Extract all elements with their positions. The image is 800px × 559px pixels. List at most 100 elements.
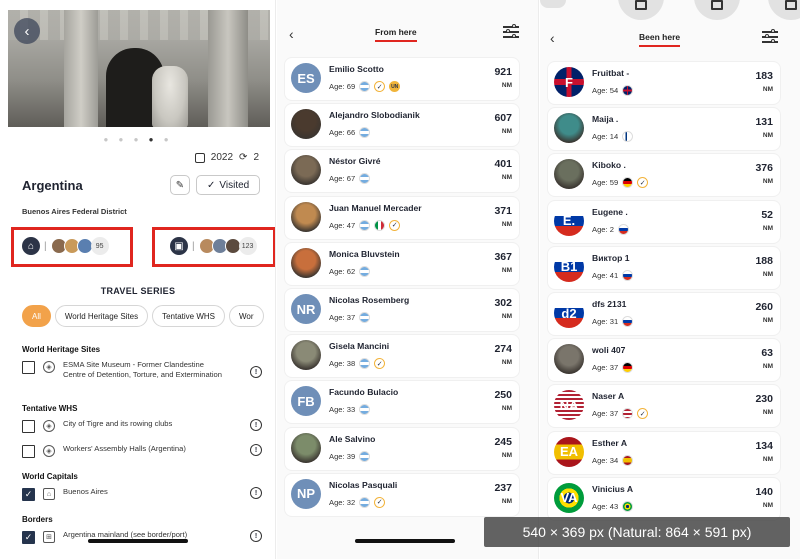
info-icon[interactable]: ! — [250, 419, 262, 431]
info-icon[interactable]: ! — [250, 444, 262, 456]
flag-icon — [359, 127, 371, 139]
checkbox[interactable] — [22, 445, 35, 458]
traveler-card[interactable]: woli 407 Age: 37 63 NM — [548, 339, 780, 382]
distance-value: 237 — [494, 481, 512, 494]
distance-value: 250 — [494, 389, 512, 402]
flag-icon — [359, 173, 371, 185]
info-icon[interactable]: ! — [250, 530, 262, 542]
traveler-age: Age: 62 — [329, 266, 356, 276]
traveler-age-row: Age: 47 ✓ — [329, 219, 401, 231]
distance-value: 134 — [755, 439, 773, 452]
tab-from-here[interactable]: From here — [375, 27, 417, 42]
traveler-age-row: Age: 59 ✓ — [592, 177, 649, 189]
distance-unit: NM — [501, 266, 512, 274]
traveler-card[interactable]: E. Eugene . Age: 2 52 NM — [548, 200, 780, 243]
traveler-age: Age: 32 — [329, 497, 356, 507]
flag-icon — [359, 219, 371, 231]
filter-sliders-icon[interactable] — [762, 29, 778, 43]
distance-value: 401 — [494, 158, 512, 171]
traveler-card[interactable]: NP Nicolas Pasquali Age: 32 ✓ 237 NM — [285, 473, 519, 516]
traveler-age-row: Age: 37 ✓ — [592, 408, 649, 420]
back-arrow-icon[interactable]: ‹ — [14, 18, 40, 44]
avatar — [291, 201, 321, 232]
floating-tool-button[interactable] — [618, 0, 664, 20]
traveler-card[interactable]: FB Facundo Bulacio Age: 33 250 NM — [285, 381, 519, 424]
traveler-card[interactable]: Kiboko . Age: 59 ✓ 376 NM — [548, 154, 780, 197]
flag-icon — [622, 269, 634, 281]
avatar — [554, 159, 584, 190]
section-heading: Borders — [22, 515, 53, 524]
traveler-age: Age: 43 — [592, 501, 619, 511]
calendar-icon — [194, 152, 205, 163]
tab-been-here[interactable]: Been here — [639, 32, 681, 47]
carousel-dots[interactable]: ● ● ● ● ● — [0, 135, 275, 144]
flag-icon — [622, 131, 634, 143]
visit-count: 2 — [253, 152, 259, 163]
checkbox[interactable] — [22, 361, 35, 374]
avatar — [291, 109, 321, 140]
distance-unit: NM — [762, 363, 773, 371]
traveler-name: Nicolas Pasquali — [329, 479, 398, 490]
traveler-card[interactable]: Ale Salvino Age: 39 245 NM — [285, 427, 519, 470]
check-icon: ✓ — [207, 179, 216, 191]
checkbox[interactable]: ✓ — [22, 488, 35, 501]
pill-world-heritage[interactable]: World Heritage Sites — [54, 305, 149, 327]
traveler-age-row: Age: 39 — [329, 450, 371, 462]
traveler-card[interactable]: Maija . Age: 14 131 NM — [548, 108, 780, 151]
checkbox[interactable] — [22, 420, 35, 433]
pill-all[interactable]: All — [22, 305, 51, 327]
distance-value: 188 — [755, 254, 773, 267]
traveler-card[interactable]: F Fruitbat - Age: 54 183 NM — [548, 62, 780, 104]
section-heading: World Capitals — [22, 472, 78, 481]
traveler-card[interactable]: NA Naser A Age: 37 ✓ 230 NM — [548, 385, 780, 428]
visited-button[interactable]: ✓ Visited — [196, 175, 261, 195]
un-badge-icon: UN — [389, 81, 401, 92]
checkbox[interactable]: ✓ — [22, 531, 35, 544]
traveler-card[interactable]: Gisela Mancini Age: 38 ✓ 274 NM — [285, 335, 519, 378]
flag-icon — [374, 219, 386, 231]
list-item[interactable]: ◈ Workers' Assembly Halls (Argentina) ! — [22, 444, 262, 458]
traveler-card[interactable]: NR Nicolas Rosemberg Age: 37 302 NM — [285, 289, 519, 331]
home-residents-chip[interactable]: ⌂ | 95 — [22, 237, 109, 255]
traveler-card[interactable]: Alejandro Slobodianik Age: 66 607 NM — [285, 104, 519, 147]
distance-value: 260 — [755, 301, 773, 313]
traveler-name: Виктор 1 — [592, 252, 630, 263]
briefcase-icon: ▣ — [170, 237, 188, 255]
back-chevron-icon[interactable]: ‹ — [550, 30, 555, 46]
traveler-age: Age: 2 — [592, 224, 614, 234]
info-icon[interactable]: ! — [250, 366, 262, 378]
traveler-card[interactable]: B1 Виктор 1 Age: 41 188 NM — [548, 246, 780, 289]
traveler-card[interactable]: EA Esther A Age: 34 134 NM — [548, 431, 780, 474]
traveler-age: Age: 67 — [329, 174, 356, 184]
list-item[interactable]: ✓ ⌂ Buenos Aires ! — [22, 487, 262, 501]
avatar: E. — [554, 205, 584, 236]
traveler-card[interactable]: VA Vinicius A Age: 43 140 NM — [548, 477, 780, 520]
floating-tool-button[interactable] — [694, 0, 740, 20]
work-residents-chip[interactable]: ▣ | 123 — [170, 237, 257, 255]
distance-unit: NM — [501, 82, 512, 89]
country-detail-pane: ‹ ● ● ● ● ● 2022 ⟳ 2 Argentina ✎ ✓ Visit… — [0, 0, 276, 559]
pill-more[interactable]: Wor — [229, 305, 264, 327]
site-icon: ◈ — [43, 420, 55, 432]
traveler-name: Juan Manuel Mercader — [329, 202, 422, 213]
info-icon[interactable]: ! — [250, 487, 262, 499]
edit-button[interactable]: ✎ — [170, 175, 190, 195]
list-item[interactable]: ◈ City of Tigre and its rowing clubs ! — [22, 419, 262, 433]
list-item[interactable]: ◈ ESMA Site Museum - Former Clandestine … — [22, 360, 262, 380]
traveler-card[interactable]: Juan Manuel Mercader Age: 47 ✓ 371 NM — [285, 196, 519, 239]
work-count: 123 — [238, 237, 257, 255]
traveler-age-row: Age: 67 — [329, 173, 371, 185]
pill-tentative[interactable]: Tentative WHS — [152, 305, 226, 327]
traveler-age-row: Age: 62 — [329, 265, 371, 277]
floating-tool-button[interactable] — [768, 0, 800, 20]
traveler-age-row: Age: 31 — [592, 316, 634, 327]
back-chevron-icon[interactable]: ‹ — [289, 26, 294, 42]
filter-sliders-icon[interactable] — [503, 24, 519, 38]
traveler-card[interactable]: ES Emilio Scotto Age: 69 ✓ UN 921 NM — [285, 58, 519, 100]
traveler-name: woli 407 — [592, 345, 626, 356]
traveler-card[interactable]: Monica Bluvstein Age: 62 367 NM — [285, 242, 519, 285]
flag-icon — [359, 358, 371, 370]
avatar: B1 — [554, 251, 584, 282]
traveler-card[interactable]: d2 dfs 2131 Age: 31 260 NM — [548, 293, 780, 335]
traveler-card[interactable]: Néstor Givré Age: 67 401 NM — [285, 150, 519, 193]
